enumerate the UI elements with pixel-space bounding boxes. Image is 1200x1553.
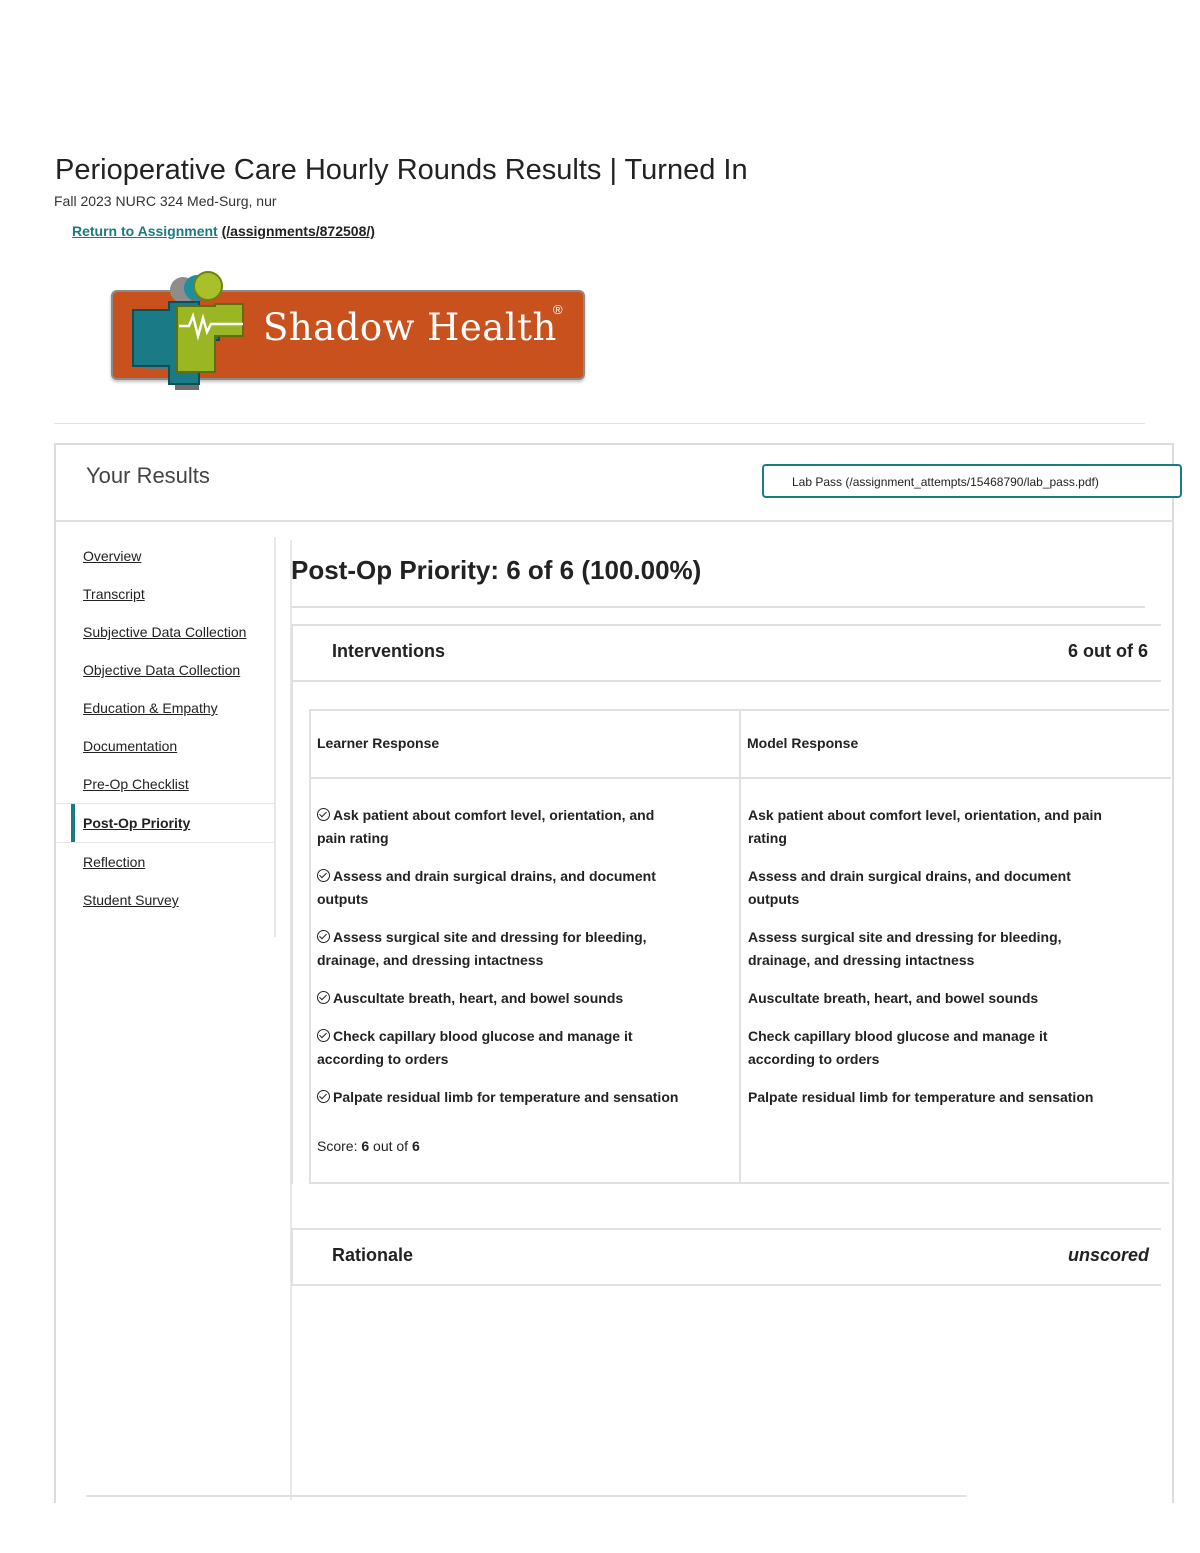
sidebar-item-documentation[interactable]: Documentation	[56, 727, 274, 765]
section-heading: Post-Op Priority: 6 of 6 (100.00%)	[291, 555, 702, 585]
results-sidebar: Overview Transcript Subjective Data Coll…	[56, 537, 276, 937]
model-item: Assess and drain surgical drains, and do…	[748, 868, 1071, 907]
course-subtitle: Fall 2023 NURC 324 Med-Surg, nur	[54, 193, 277, 209]
logo-figure-icon	[132, 271, 244, 390]
sidebar-item-reflection[interactable]: Reflection	[56, 843, 274, 881]
registered-mark: ®	[553, 302, 563, 317]
rationale-score: unscored	[1068, 1245, 1150, 1265]
heading-divider	[291, 606, 1145, 608]
results-title: Your Results	[86, 463, 210, 488]
interventions-card: Interventions 6 out of 6 Learner Respons…	[291, 624, 1171, 1184]
page-title: Perioperative Care Hourly Rounds Results…	[55, 154, 748, 186]
check-circle-icon	[317, 1090, 330, 1103]
check-circle-icon	[317, 869, 330, 882]
learner-item: Ask patient about comfort level, orienta…	[317, 807, 655, 846]
check-circle-icon	[317, 930, 330, 943]
model-item: Palpate residual limb for temperature an…	[748, 1089, 1094, 1105]
check-circle-icon	[317, 991, 330, 1004]
column-separator	[739, 711, 741, 1182]
model-response-header: Model Response	[741, 711, 1171, 779]
interventions-header: Interventions 6 out of 6	[293, 626, 1161, 682]
interventions-title: Interventions	[332, 641, 446, 661]
check-circle-icon	[317, 1029, 330, 1042]
sidebar-item-post-op-priority[interactable]: Post-Op Priority	[56, 803, 274, 843]
model-header-label: Model Response	[747, 735, 859, 751]
rationale-card: Rationale unscored	[291, 1228, 1161, 1286]
sidebar-item-subjective-data[interactable]: Subjective Data Collection	[56, 613, 274, 651]
sidebar-item-education-empathy[interactable]: Education & Empathy	[56, 689, 274, 727]
model-item: Check capillary blood glucose and manage…	[748, 1028, 1048, 1067]
learner-item: Auscultate breath, heart, and bowel soun…	[317, 987, 732, 1010]
learner-item: Assess and drain surgical drains, and do…	[317, 868, 656, 907]
header-divider	[54, 423, 1145, 424]
logo-wordmark: Shadow Health	[263, 306, 557, 349]
bottom-divider	[86, 1495, 966, 1497]
sidebar-item-objective-data[interactable]: Objective Data Collection	[56, 651, 274, 689]
learner-item: Check capillary blood glucose and manage…	[317, 1028, 633, 1067]
sidebar-item-overview[interactable]: Overview	[56, 537, 274, 575]
learner-response-header: Learner Response	[311, 711, 739, 779]
model-item: Assess surgical site and dressing for bl…	[748, 929, 1062, 968]
model-item: Auscultate breath, heart, and bowel soun…	[748, 990, 1039, 1006]
rationale-title: Rationale	[332, 1245, 414, 1265]
response-table: Learner Response Model Response Ask pati…	[309, 709, 1171, 1184]
return-link-path[interactable]: (/assignments/872508/)	[222, 223, 375, 239]
intervention-score-line: Score: 6 out of 6	[317, 1138, 420, 1154]
rationale-header: Rationale unscored	[293, 1230, 1161, 1286]
model-item: Ask patient about comfort level, orienta…	[748, 807, 1102, 846]
learner-item: Assess surgical site and dressing for bl…	[317, 929, 647, 968]
check-circle-icon	[317, 808, 330, 821]
return-to-assignment-link[interactable]: Return to Assignment (/assignments/87250…	[72, 223, 375, 239]
results-header: Your Results Lab Pass (/assignment_attem…	[56, 445, 1182, 522]
learner-item: Palpate residual limb for temperature an…	[317, 1086, 737, 1109]
interventions-score: 6 out of 6	[1068, 641, 1148, 661]
sidebar-item-transcript[interactable]: Transcript	[56, 575, 274, 613]
shadow-health-logo: Shadow Health ®	[105, 266, 585, 396]
return-link-label[interactable]: Return to Assignment	[72, 223, 218, 239]
sidebar-item-pre-op-checklist[interactable]: Pre-Op Checklist	[56, 765, 274, 803]
sidebar-item-student-survey[interactable]: Student Survey	[56, 881, 274, 919]
learner-header-label: Learner Response	[317, 735, 440, 751]
lab-pass-button[interactable]: Lab Pass (/assignment_attempts/15468790/…	[762, 464, 1182, 498]
